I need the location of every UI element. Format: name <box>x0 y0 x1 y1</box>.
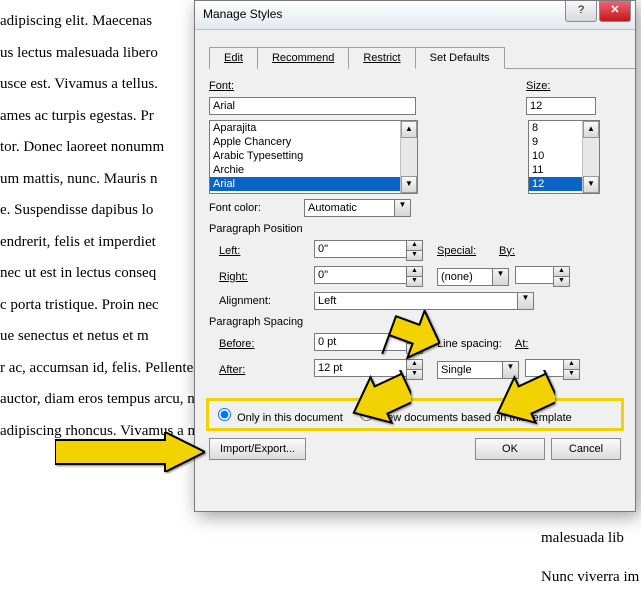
paragraph-position-header: Paragraph Position <box>209 223 621 235</box>
spin-down-icon: ▼ <box>406 343 423 354</box>
spin-down-icon: ▼ <box>553 276 570 287</box>
at-label: At: <box>515 338 560 350</box>
left-input[interactable]: ▲▼ <box>314 240 423 261</box>
tab-edit[interactable]: Edit <box>209 47 258 69</box>
tab-set-defaults[interactable]: Set Defaults <box>415 47 505 69</box>
titlebar[interactable]: Manage Styles ? ✕ <box>195 1 635 30</box>
left-label: Left: <box>219 245 314 257</box>
alignment-combo[interactable]: ▼ <box>314 292 534 310</box>
line-spacing-label: Line spacing: <box>437 338 515 350</box>
font-color-combo[interactable]: ▼ <box>304 199 411 217</box>
spin-up-icon: ▲ <box>406 333 423 343</box>
import-export-button[interactable]: Import/Export... <box>209 438 306 460</box>
tab-recommend[interactable]: Recommend <box>257 47 349 69</box>
after-input[interactable]: ▲▼ <box>314 359 423 380</box>
special-label: Special: <box>437 245 499 257</box>
dialog-title: Manage Styles <box>203 7 282 21</box>
chevron-down-icon: ▼ <box>502 361 519 379</box>
spin-up-icon: ▲ <box>563 359 580 369</box>
chevron-down-icon: ▼ <box>517 292 534 310</box>
line-spacing-combo[interactable]: ▼ <box>437 361 519 379</box>
font-input[interactable] <box>209 97 416 115</box>
by-input[interactable]: ▲▼ <box>515 266 570 287</box>
chevron-down-icon: ▼ <box>492 268 509 286</box>
at-input[interactable]: ▲▼ <box>525 359 580 380</box>
chevron-down-icon[interactable]: ▼ <box>394 199 411 217</box>
by-label: By: <box>499 245 544 257</box>
font-listbox[interactable]: Aparajita Apple Chancery Arabic Typesett… <box>209 120 418 194</box>
scroll-up-icon[interactable]: ▲ <box>401 121 417 138</box>
tab-restrict[interactable]: Restrict <box>348 47 415 69</box>
close-button[interactable]: ✕ <box>599 1 631 22</box>
paragraph-spacing-header: Paragraph Spacing <box>209 316 621 328</box>
new-documents-template-radio[interactable]: New documents based on this template <box>355 412 572 424</box>
help-button[interactable]: ? <box>565 1 597 22</box>
scroll-down-icon[interactable]: ▼ <box>401 176 417 193</box>
spin-down-icon: ▼ <box>406 276 423 287</box>
right-label: Right: <box>219 271 314 283</box>
size-listbox[interactable]: 8 9 10 11 12 ▲▼ <box>528 120 600 194</box>
right-input[interactable]: ▲▼ <box>314 266 423 287</box>
after-label: After: <box>219 364 314 376</box>
before-label: Before: <box>219 338 314 350</box>
before-input[interactable]: ▲▼ <box>314 333 423 354</box>
size-input[interactable] <box>526 97 596 115</box>
spin-up-icon: ▲ <box>406 266 423 276</box>
spin-down-icon: ▼ <box>406 250 423 261</box>
font-label: Font: <box>209 80 234 92</box>
cancel-button[interactable]: Cancel <box>551 438 621 460</box>
scroll-down-icon[interactable]: ▼ <box>583 176 599 193</box>
spin-down-icon: ▼ <box>563 369 580 380</box>
special-combo[interactable]: ▼ <box>437 268 509 286</box>
size-label: Size: <box>526 80 550 92</box>
manage-styles-dialog: Manage Styles ? ✕ Edit Recommend Restric… <box>194 0 636 512</box>
spin-down-icon: ▼ <box>406 369 423 380</box>
spin-up-icon: ▲ <box>406 240 423 250</box>
scope-radio-group: Only in this document New documents base… <box>209 401 621 428</box>
alignment-label: Alignment: <box>219 295 314 307</box>
scroll-up-icon[interactable]: ▲ <box>583 121 599 138</box>
ok-button[interactable]: OK <box>475 438 545 460</box>
only-this-document-radio[interactable]: Only in this document <box>213 412 343 424</box>
spin-up-icon: ▲ <box>553 266 570 276</box>
font-color-label: Font color: <box>209 202 304 214</box>
tab-strip: Edit Recommend Restrict Set Defaults <box>209 46 635 69</box>
spin-up-icon: ▲ <box>406 359 423 369</box>
